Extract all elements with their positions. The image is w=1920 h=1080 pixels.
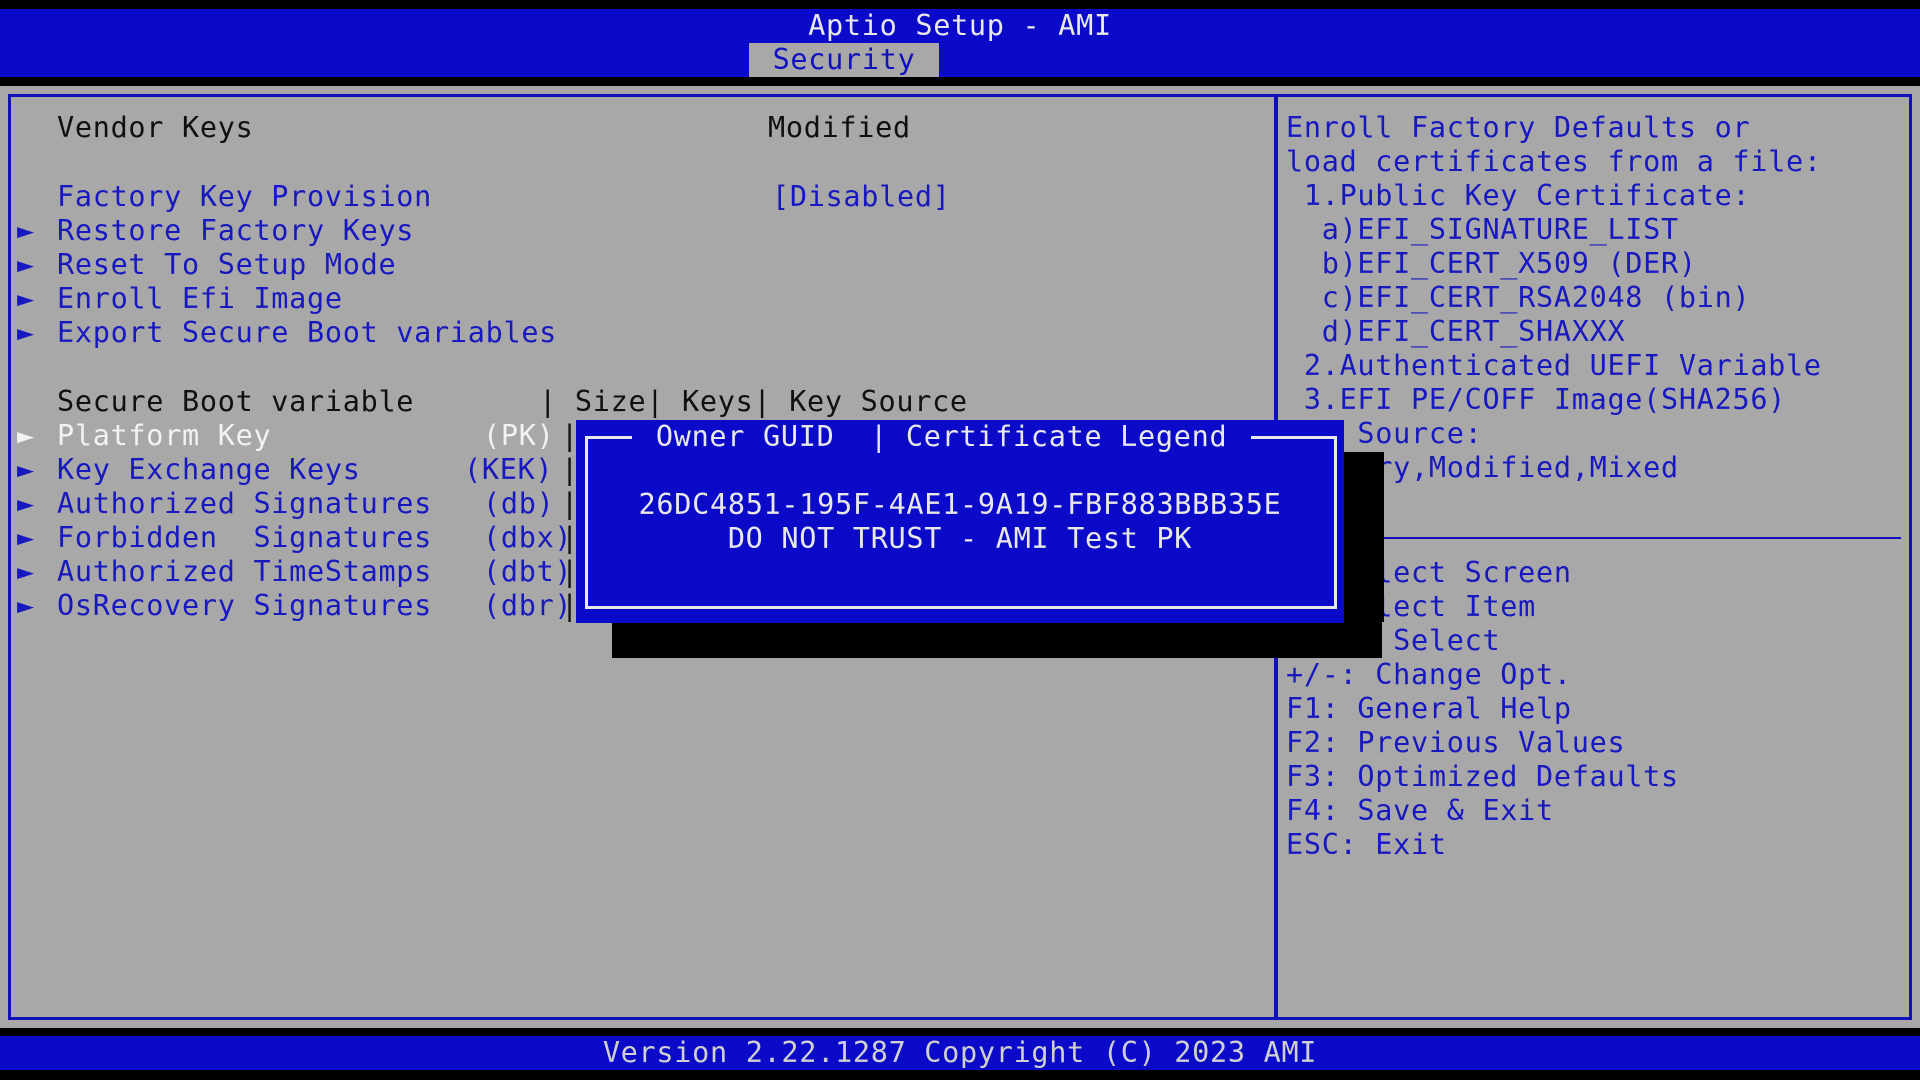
submenu-arrow-icon: ►	[17, 487, 35, 520]
row-abbr: (dbt)	[483, 555, 573, 588]
key-hint: F3: Optimized Defaults	[1286, 760, 1679, 793]
row-abbr: (dbx)	[483, 521, 573, 554]
tab-security[interactable]: Security	[749, 43, 939, 77]
popup-shadow	[1344, 452, 1384, 622]
submenu-label: Export Secure Boot variables	[57, 316, 558, 349]
submenu-arrow-icon: ►	[17, 282, 35, 315]
submenu-arrow-icon: ►	[17, 316, 35, 349]
row-name: Key Exchange Keys	[57, 453, 361, 486]
key-hint: F4: Save & Exit	[1286, 794, 1554, 827]
row-abbr: (db)	[483, 487, 555, 520]
row-name: Authorized TimeStamps	[57, 555, 433, 588]
help-line: a)EFI_SIGNATURE_LIST	[1286, 213, 1679, 246]
owner-guid-value: 26DC4851-195F-4AE1-9A19-FBF883BBB35E	[638, 488, 1282, 521]
row-name: Platform Key	[57, 419, 272, 452]
app-title: Aptio Setup - AMI	[808, 9, 1112, 42]
help-line: 2.Authenticated UEFI Variable	[1286, 349, 1822, 382]
key-hint: F2: Previous Values	[1286, 726, 1626, 759]
submenu-label: Enroll Efi Image	[57, 282, 343, 315]
row-name: Authorized Signatures	[57, 487, 433, 520]
help-line: 1.Public Key Certificate:	[1286, 179, 1751, 212]
help-line: 3.EFI PE/COFF Image(SHA256)	[1286, 383, 1787, 416]
row-abbr: (PK)	[483, 419, 555, 452]
row-abbr: (KEK)	[464, 453, 554, 486]
submenu-arrow-icon: ►	[17, 248, 35, 281]
popup-title: Owner GUID | Certificate Legend	[632, 420, 1252, 454]
table-header: Secure Boot variable | Size| Keys| Key S…	[57, 385, 968, 418]
row-abbr: (dbr)	[483, 589, 573, 622]
certificate-legend-value: DO NOT TRUST - AMI Test PK	[727, 522, 1193, 555]
submenu-label: Reset To Setup Mode	[57, 248, 397, 281]
submenu-arrow-icon: ►	[17, 419, 35, 452]
help-line: d)EFI_CERT_SHAXXX	[1286, 315, 1626, 348]
version-text: Version 2.22.1287 Copyright (C) 2023 AMI	[602, 1036, 1318, 1069]
factory-key-provision-value[interactable]: [Disabled]	[772, 180, 951, 214]
submenu-arrow-icon: ►	[17, 453, 35, 486]
row-name: Forbidden Signatures	[57, 521, 433, 554]
submenu-arrow-icon: ►	[17, 555, 35, 588]
key-hint: ESC: Exit	[1286, 828, 1447, 861]
submenu-arrow-icon: ►	[17, 521, 35, 554]
submenu-arrow-icon: ►	[17, 589, 35, 622]
submenu-arrow-icon: ►	[17, 214, 35, 247]
help-line: load certificates from a file:	[1286, 145, 1822, 178]
factory-key-provision-label[interactable]: Factory Key Provision	[57, 180, 432, 214]
key-hint: +/-: Change Opt.	[1286, 658, 1572, 691]
row-name: OsRecovery Signatures	[57, 589, 433, 622]
key-hint: F1: General Help	[1286, 692, 1572, 725]
help-line: c)EFI_CERT_RSA2048 (bin)	[1286, 281, 1751, 314]
vendor-keys-label: Vendor Keys	[57, 111, 254, 144]
help-line: Enroll Factory Defaults or	[1286, 111, 1751, 144]
help-line: b)EFI_CERT_X509 (DER)	[1286, 247, 1697, 280]
submenu-label: Restore Factory Keys	[57, 214, 415, 247]
vendor-keys-value: Modified	[768, 111, 911, 144]
